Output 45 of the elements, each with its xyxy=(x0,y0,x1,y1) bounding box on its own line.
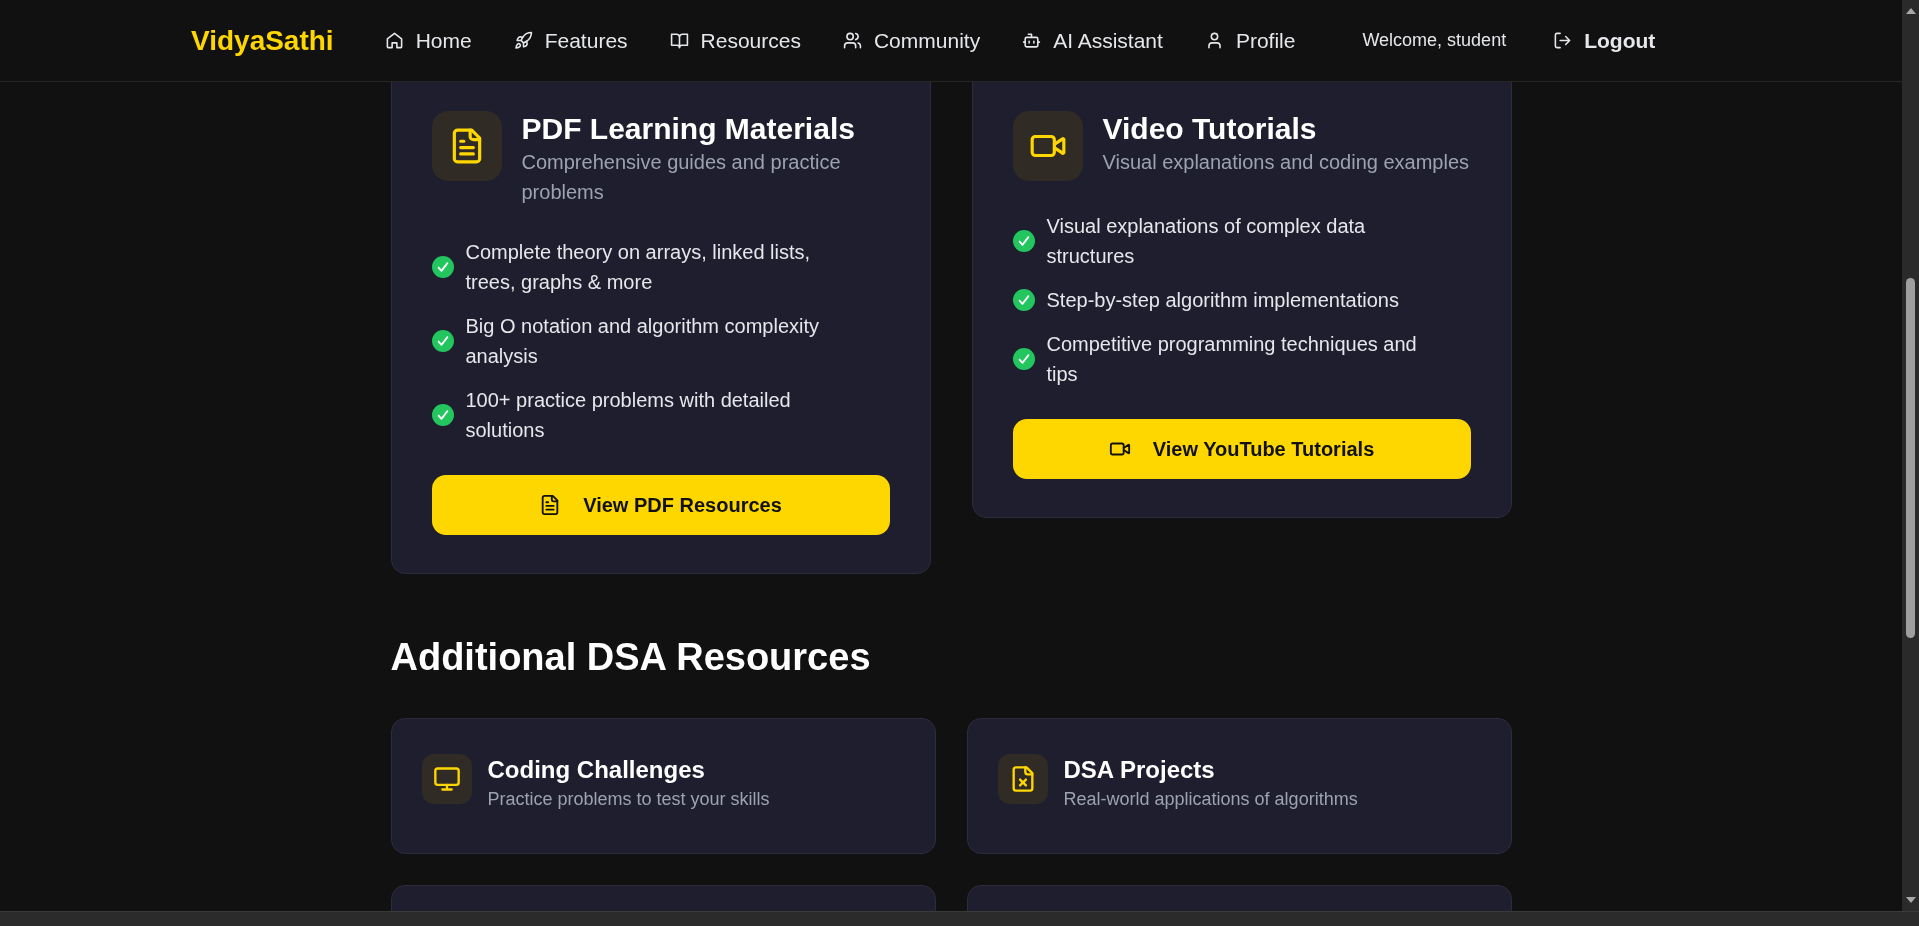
feature-text: Complete theory on arrays, linked lists, trees, graphs & more xyxy=(465,240,812,295)
card-subtitle: Real-world applications of algorithms xyxy=(1063,788,1358,811)
nav-link[interactable]: Profile xyxy=(1193,20,1307,61)
check-icon xyxy=(1012,348,1035,370)
card-subtitle: Comprehensive guides and practice problems xyxy=(521,150,842,205)
feature-text: 100+ practice problems with detailed solutions xyxy=(465,388,792,443)
nav-link[interactable]: Home xyxy=(373,20,483,61)
monitor-icon xyxy=(432,765,461,793)
resource-card[interactable]: Coding Challenges Practice problems to test your skills xyxy=(390,718,936,854)
rocket-icon xyxy=(513,31,533,50)
logo[interactable]: VidyaSathi xyxy=(191,24,334,57)
feature-text: Competitive programming techniques and tips xyxy=(1046,332,1418,387)
card-title: PDF Learning Materials xyxy=(521,111,856,147)
scroll-up-icon[interactable] xyxy=(1905,8,1916,14)
card-title: Video Tutorials xyxy=(1102,111,1318,147)
robot-icon xyxy=(1022,31,1042,50)
card-subtitle: Practice problems to test your skills xyxy=(487,788,770,811)
scrollbar-thumb[interactable] xyxy=(1906,278,1915,638)
card-title: DSA Projects xyxy=(1063,755,1216,785)
check-icon xyxy=(431,330,454,352)
view-resources-button[interactable]: View YouTube Tutorials xyxy=(1012,419,1471,479)
view-resources-button[interactable]: View PDF Resources xyxy=(431,475,890,535)
feature-text: Big O notation and algorithm complexity analysis xyxy=(465,314,820,369)
section-heading: Additional DSA Resources xyxy=(390,635,872,680)
welcome-text: Welcome, student xyxy=(1362,30,1507,51)
nav-link[interactable]: Features xyxy=(502,20,639,61)
people-icon xyxy=(842,31,862,50)
feature-text: Visual explanations of complex data structures xyxy=(1046,214,1367,269)
nav-link[interactable]: Resources xyxy=(658,20,812,61)
card-subtitle: Visual explanations and coding examples xyxy=(1102,150,1470,175)
card-title: Coding Challenges xyxy=(487,755,706,785)
feature-text: Step-by-step algorithm implementations xyxy=(1046,288,1399,313)
check-icon xyxy=(431,404,454,426)
scroll-down-icon[interactable] xyxy=(1905,897,1916,903)
scrollbar[interactable] xyxy=(1902,0,1919,911)
nav-link[interactable]: AI Assistant xyxy=(1011,20,1174,61)
house-icon xyxy=(384,31,404,50)
resource-card[interactable]: DSA Projects Real-world applications of algorithms xyxy=(966,718,1512,854)
logout-icon xyxy=(1553,31,1573,50)
check-icon xyxy=(431,256,454,278)
nav-link[interactable]: Community xyxy=(831,20,992,61)
book-icon xyxy=(669,31,689,50)
check-icon xyxy=(1012,230,1035,252)
check-icon xyxy=(1012,289,1035,311)
logout-link[interactable]: Logout xyxy=(1542,20,1667,61)
